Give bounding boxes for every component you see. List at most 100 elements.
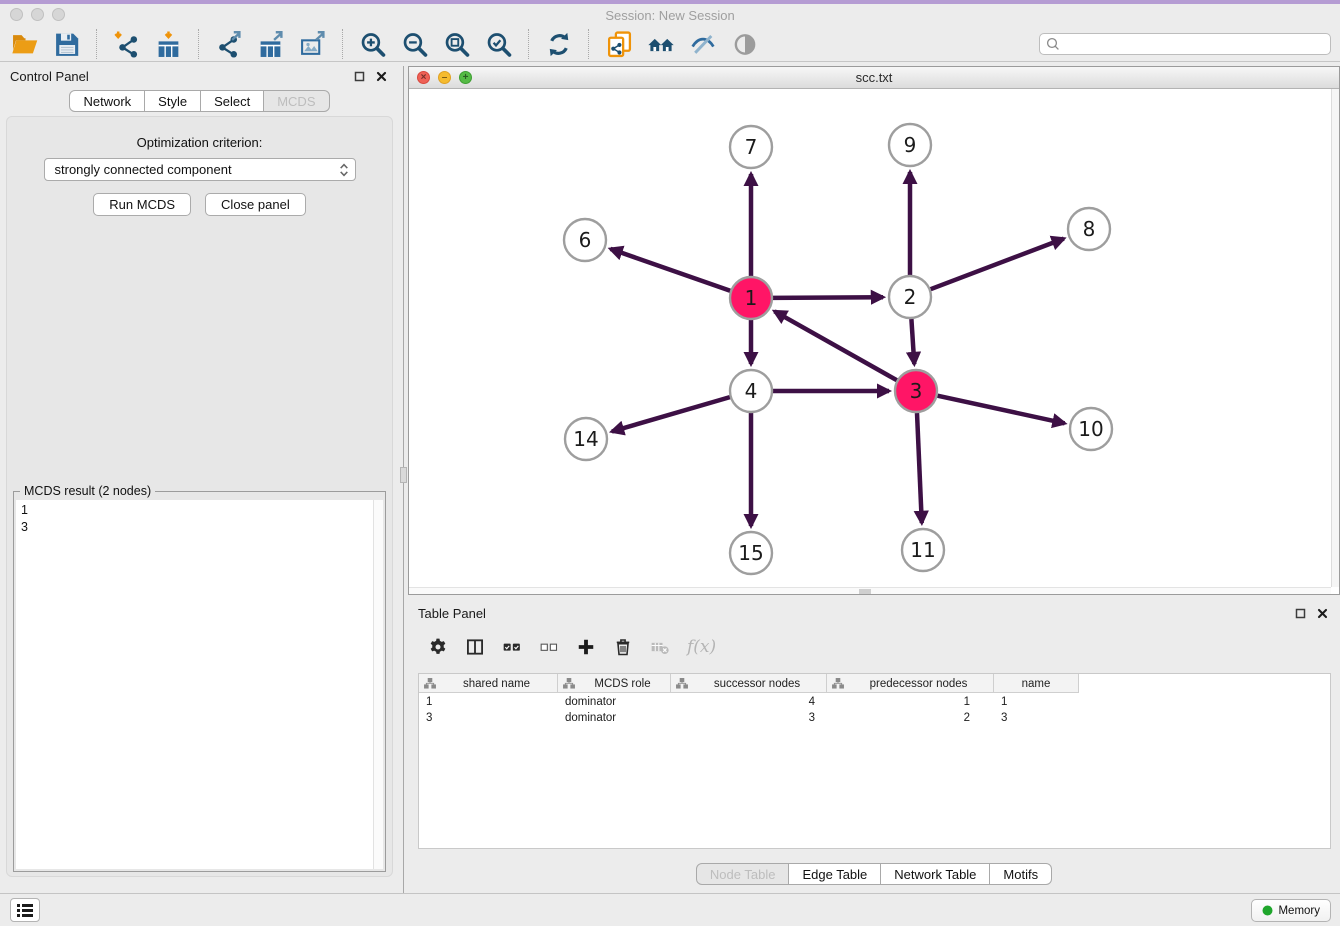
criterion-select-value: strongly connected component xyxy=(55,162,337,177)
delete-column-icon[interactable] xyxy=(613,637,633,657)
minimize-window-button[interactable] xyxy=(31,8,44,21)
splitter-grip-icon[interactable] xyxy=(400,467,407,483)
column-header-successor-nodes[interactable]: successor nodes xyxy=(671,674,827,693)
task-history-button[interactable] xyxy=(10,898,40,922)
split-panel-icon[interactable] xyxy=(465,637,485,657)
node-7[interactable]: 7 xyxy=(730,126,772,168)
table-panel: Table Panel f(x) shared nameMCDS rolesuc… xyxy=(408,595,1340,893)
edge-1-2[interactable] xyxy=(773,297,883,298)
criterion-select[interactable]: strongly connected component xyxy=(44,158,356,181)
maximize-window-button[interactable] xyxy=(52,8,65,21)
table-cell: 1 xyxy=(419,696,558,708)
node-15[interactable]: 15 xyxy=(730,532,772,574)
table-panel-header: Table Panel xyxy=(408,595,1340,623)
tab-node-table[interactable]: Node Table xyxy=(696,863,790,885)
table-cell: 1 xyxy=(994,696,1079,708)
mcds-result-title: MCDS result (2 nodes) xyxy=(20,484,155,498)
table-row[interactable]: 3dominator323 xyxy=(419,710,1330,726)
edge-2-3[interactable] xyxy=(911,319,914,364)
export-table-icon[interactable] xyxy=(254,29,287,59)
node-10[interactable]: 10 xyxy=(1070,408,1112,450)
column-header-name[interactable]: name xyxy=(994,674,1079,693)
search-input[interactable] xyxy=(1039,33,1331,55)
run-mcds-button[interactable]: Run MCDS xyxy=(93,193,191,216)
mcds-panel-body: Optimization criterion: strongly connect… xyxy=(6,116,393,877)
show-graphics-details-icon[interactable] xyxy=(728,29,761,59)
export-image-icon[interactable] xyxy=(296,29,329,59)
list-icon xyxy=(16,902,34,918)
import-network-icon[interactable] xyxy=(110,29,143,59)
node-14[interactable]: 14 xyxy=(565,418,607,460)
edge-2-8[interactable] xyxy=(931,239,1064,290)
edge-3-10[interactable] xyxy=(938,396,1065,424)
node-1[interactable]: 1 xyxy=(730,277,772,319)
network-horizontal-scrollbar[interactable] xyxy=(409,587,1331,594)
control-panel-header: Control Panel xyxy=(0,62,399,90)
close-panel-icon[interactable] xyxy=(376,71,387,82)
network-maximize-button[interactable]: + xyxy=(459,71,472,84)
edge-3-1[interactable] xyxy=(775,311,897,380)
clone-network-icon[interactable] xyxy=(602,29,635,59)
result-scrollbar[interactable] xyxy=(373,500,383,869)
tab-motifs[interactable]: Motifs xyxy=(990,863,1052,885)
close-window-button[interactable] xyxy=(10,8,23,21)
ndex-home-icon[interactable] xyxy=(644,29,677,59)
table-body: 1dominator4113dominator323 xyxy=(419,694,1330,726)
hide-graphics-icon[interactable] xyxy=(686,29,719,59)
edge-3-11[interactable] xyxy=(917,413,922,523)
node-6[interactable]: 6 xyxy=(564,219,606,261)
mcds-result-box[interactable]: 13 xyxy=(16,500,383,869)
column-header-predecessor-nodes[interactable]: predecessor nodes xyxy=(827,674,994,693)
memory-button[interactable]: Memory xyxy=(1251,899,1331,922)
zoom-fit-icon[interactable] xyxy=(440,29,473,59)
attribute-type-icon xyxy=(832,678,844,689)
close-panel-button[interactable]: Close panel xyxy=(205,193,306,216)
node-8[interactable]: 8 xyxy=(1068,208,1110,250)
node-4[interactable]: 4 xyxy=(730,370,772,412)
network-canvas[interactable]: 7 9 6 8 1 2 4 3 14 10 15 11 xyxy=(409,89,1339,594)
tab-edge-table[interactable]: Edge Table xyxy=(789,863,881,885)
edge-1-6[interactable] xyxy=(611,249,731,291)
import-table-icon[interactable] xyxy=(152,29,185,59)
open-network-icon[interactable] xyxy=(8,29,41,59)
column-header-shared-name[interactable]: shared name xyxy=(419,674,558,693)
main-toolbar xyxy=(0,27,1340,62)
refresh-layout-icon[interactable] xyxy=(542,29,575,59)
network-minimize-button[interactable]: – xyxy=(438,71,451,84)
float-panel-icon[interactable] xyxy=(354,71,365,82)
network-vertical-scrollbar[interactable] xyxy=(1331,89,1339,587)
table-settings-icon[interactable] xyxy=(428,637,448,657)
node-2[interactable]: 2 xyxy=(889,276,931,318)
tab-select[interactable]: Select xyxy=(201,90,264,112)
svg-text:9: 9 xyxy=(904,133,917,157)
panel-splitter[interactable] xyxy=(399,62,408,893)
column-header-mcds-role[interactable]: MCDS role xyxy=(558,674,671,693)
tab-network[interactable]: Network xyxy=(69,90,145,112)
close-table-panel-icon[interactable] xyxy=(1317,608,1328,619)
svg-text:8: 8 xyxy=(1083,217,1096,241)
svg-text:7: 7 xyxy=(745,135,758,159)
edge-4-14[interactable] xyxy=(612,397,730,431)
node-3[interactable]: 3 xyxy=(895,370,937,412)
zoom-in-icon[interactable] xyxy=(356,29,389,59)
svg-text:10: 10 xyxy=(1078,417,1103,441)
tab-mcds[interactable]: MCDS xyxy=(264,90,329,112)
save-session-icon[interactable] xyxy=(50,29,83,59)
table-cell: 4 xyxy=(671,696,827,708)
svg-text:1: 1 xyxy=(745,286,758,310)
node-9[interactable]: 9 xyxy=(889,124,931,166)
zoom-selected-icon[interactable] xyxy=(482,29,515,59)
table-row[interactable]: 1dominator411 xyxy=(419,694,1330,710)
tab-network-table[interactable]: Network Table xyxy=(881,863,990,885)
tab-style[interactable]: Style xyxy=(145,90,201,112)
optimization-criterion-label: Optimization criterion: xyxy=(7,135,392,150)
float-table-panel-icon[interactable] xyxy=(1295,608,1306,619)
network-close-button[interactable]: × xyxy=(417,71,430,84)
select-all-icon[interactable] xyxy=(502,637,522,657)
scrollbar-grip[interactable] xyxy=(859,589,871,594)
zoom-out-icon[interactable] xyxy=(398,29,431,59)
add-column-icon[interactable] xyxy=(576,637,596,657)
node-11[interactable]: 11 xyxy=(902,529,944,571)
export-network-icon[interactable] xyxy=(212,29,245,59)
deselect-all-icon[interactable] xyxy=(539,637,559,657)
